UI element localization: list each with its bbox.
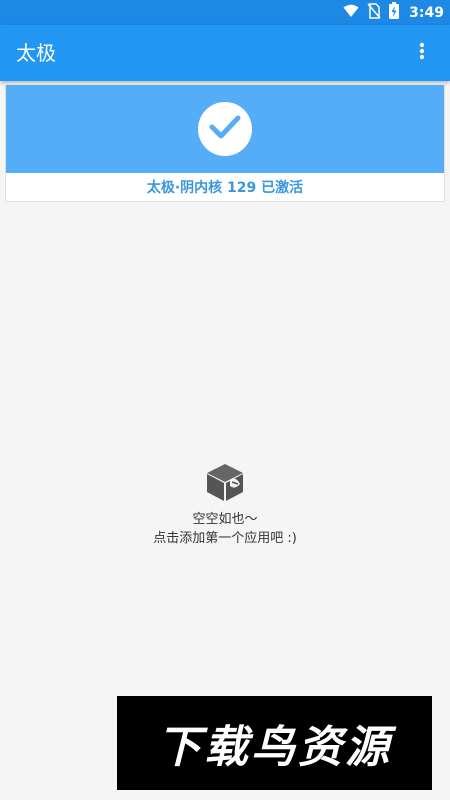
no-sim-icon: [367, 2, 381, 23]
watermark: 下载鸟资源: [117, 696, 432, 790]
activation-status-card[interactable]: 太极·阴内核 129 已激活: [5, 84, 445, 202]
check-icon: [208, 114, 242, 144]
app-bar: 太极: [0, 25, 450, 81]
empty-title: 空空如也～: [192, 512, 258, 527]
status-icons: 3:49: [343, 0, 444, 25]
wifi-icon: [343, 3, 359, 22]
more-vert-icon: [419, 42, 425, 64]
battery-charging-icon: [389, 2, 400, 23]
check-badge: [198, 102, 252, 156]
empty-state: 空空如也～ 点击添加第一个应用吧 :): [0, 460, 450, 548]
status-time: 3:49: [409, 4, 444, 21]
activation-status-text: 太极·阴内核 129 已激活: [146, 180, 304, 196]
app-title: 太极: [16, 41, 56, 65]
overflow-menu-button[interactable]: [402, 33, 442, 73]
empty-hint: 点击添加第一个应用吧 :): [153, 531, 297, 546]
status-bar: 3:49: [0, 0, 450, 25]
status-banner: [6, 85, 444, 173]
empty-box-icon: [203, 460, 247, 504]
